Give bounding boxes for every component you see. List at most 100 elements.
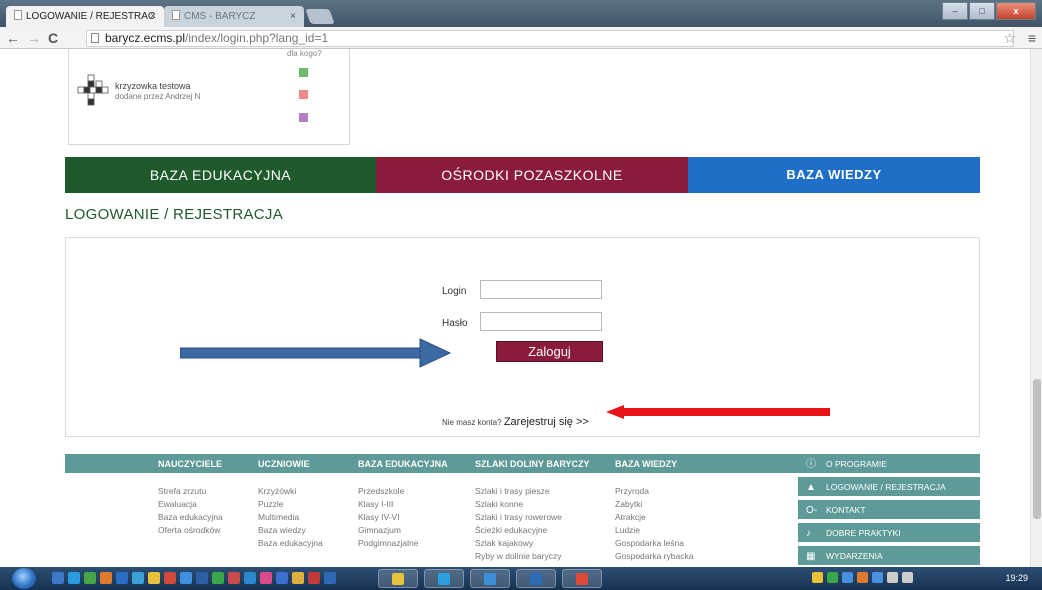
footer-link[interactable]: Zabytki <box>615 499 642 509</box>
footer-link[interactable]: Gospodarka leśna <box>615 538 684 548</box>
taskbar-pinned-app-icon[interactable] <box>116 572 128 584</box>
tray-icon[interactable] <box>812 572 823 583</box>
tray-icon[interactable] <box>827 572 838 583</box>
tray-icon[interactable] <box>857 572 868 583</box>
footer-link[interactable]: Ludzie <box>615 525 640 535</box>
reload-icon[interactable]: C <box>48 29 58 47</box>
footer-link[interactable]: Gospodarka rybacka <box>615 551 693 561</box>
taskbar-running-app[interactable] <box>470 569 510 588</box>
scrollbar-thumb[interactable] <box>1033 379 1041 519</box>
footer-link[interactable]: Podgimnazjalne <box>358 538 418 548</box>
footer-link[interactable]: Przedszkole <box>358 486 404 496</box>
login-input[interactable] <box>480 280 602 299</box>
app-icon <box>576 573 588 585</box>
footer-link[interactable]: Szlaki i trasy rowerowe <box>475 512 562 522</box>
taskbar-pinned-app-icon[interactable] <box>228 572 240 584</box>
tab-cms[interactable]: CMS - BARYCZ × <box>164 6 304 27</box>
footer-col-header[interactable]: NAUCZYCIELE <box>158 459 222 469</box>
register-link[interactable]: Zarejestruj się >> <box>504 416 589 428</box>
category-baza-wiedzy[interactable]: BAZA WIEDZY <box>688 157 980 193</box>
footer-link[interactable]: Klasy I-III <box>358 499 393 509</box>
login-button[interactable]: Zaloguj <box>496 341 603 362</box>
footer-link[interactable]: Ścieżki edukacyjne <box>475 525 547 535</box>
side-menu-label: DOBRE PRAKTYKI <box>826 528 901 538</box>
taskbar-pinned-app-icon[interactable] <box>244 572 256 584</box>
side-menu-kontakt[interactable]: O- KONTAKT <box>798 500 980 521</box>
category-osrodki-pozaszkolne[interactable]: Ośrodki pozaszkolne <box>376 157 688 193</box>
footer-link[interactable]: Szlaki konne <box>475 499 523 509</box>
thumbs-up-icon: ▲ <box>806 482 816 493</box>
tray-icon[interactable] <box>842 572 853 583</box>
footer-link[interactable]: Baza wiedzy <box>258 525 306 535</box>
taskbar-running-app[interactable] <box>378 569 418 588</box>
side-menu-wydarzenia[interactable]: ▦ WYDARZENIA <box>798 546 980 567</box>
audience-students-swatch <box>299 90 308 99</box>
footer-col-header[interactable]: SZLAKI DOLINY BARYCZY <box>475 459 590 469</box>
taskbar-pinned-app-icon[interactable] <box>164 572 176 584</box>
footer-col-header[interactable]: BAZA EDUKACYJNA <box>358 459 448 469</box>
taskbar-pinned-app-icon[interactable] <box>100 572 112 584</box>
footer-col-header[interactable]: BAZA WIEDZY <box>615 459 677 469</box>
app-icon <box>392 573 404 585</box>
taskbar-pinned-app-icon[interactable] <box>180 572 192 584</box>
forward-icon[interactable]: → <box>27 29 41 47</box>
footer-link[interactable]: Szlak kajakowy <box>475 538 533 548</box>
menu-icon[interactable]: ≡ <box>1028 30 1036 46</box>
new-tab-button[interactable] <box>305 9 335 24</box>
password-input[interactable] <box>480 312 602 331</box>
url-path: /index/login.php?lang_id=1 <box>185 31 329 45</box>
tray-icon[interactable] <box>872 572 883 583</box>
taskbar-running-app[interactable] <box>516 569 556 588</box>
footer-link[interactable]: Strefa zrzutu <box>158 486 206 496</box>
footer-link[interactable]: Przyroda <box>615 486 649 496</box>
footer-link[interactable]: Krzyżówki <box>258 486 296 496</box>
minimize-button[interactable]: – <box>942 2 968 20</box>
tab-close-icon[interactable]: × <box>290 6 296 27</box>
footer-col-header[interactable]: UCZNIOWIE <box>258 459 310 469</box>
taskbar-pinned-app-icon[interactable] <box>52 572 64 584</box>
taskbar-pinned-app-icon[interactable] <box>132 572 144 584</box>
side-menu-o-programie[interactable]: ⓘ O PROGRAMIE <box>798 454 980 475</box>
footer-link[interactable]: Baza edukacyjna <box>158 512 223 522</box>
taskbar-pinned-app-icon[interactable] <box>196 572 208 584</box>
tray-icon[interactable] <box>887 572 898 583</box>
taskbar-pinned-app-icon[interactable] <box>292 572 304 584</box>
vertical-scrollbar[interactable] <box>1030 49 1042 567</box>
footer-link[interactable]: Puzzle <box>258 499 284 509</box>
tab-login[interactable]: LOGOWANIE / REJESTRAC × <box>6 6 164 27</box>
crossword-title[interactable]: krzyzowka testowa <box>115 81 191 91</box>
footer-link[interactable]: Ryby w dolinie baryczy <box>475 551 561 561</box>
bookmark-star-icon[interactable]: ☆ <box>1003 30 1016 47</box>
taskbar-pinned-app-icon[interactable] <box>148 572 160 584</box>
category-baza-edukacyjna[interactable]: Baza edukacyjna <box>65 157 376 193</box>
taskbar-pinned-app-icon[interactable] <box>68 572 80 584</box>
footer-link[interactable]: Atrakcje <box>615 512 646 522</box>
taskbar-pinned-app-icon[interactable] <box>276 572 288 584</box>
side-menu-logowanie[interactable]: ▲ LOGOWANIE / REJESTRACJA <box>798 477 980 498</box>
taskbar-pinned-app-icon[interactable] <box>308 572 320 584</box>
back-icon[interactable]: ← <box>6 29 20 47</box>
taskbar-running-app[interactable] <box>424 569 464 588</box>
footer-link[interactable]: Ewaluacja <box>158 499 197 509</box>
taskbar-pinned-app-icon[interactable] <box>212 572 224 584</box>
side-menu-dobre-praktyki[interactable]: ♪ DOBRE PRAKTYKI <box>798 523 980 544</box>
tab-close-icon[interactable]: × <box>150 6 156 27</box>
taskbar-pinned-app-icon[interactable] <box>324 572 336 584</box>
footer-link[interactable]: Multimedia <box>258 512 299 522</box>
taskbar-pinned-app-icon[interactable] <box>84 572 96 584</box>
page-icon <box>172 10 180 20</box>
footer-link[interactable]: Oferta ośrodków <box>158 525 220 535</box>
tray-icon[interactable] <box>902 572 913 583</box>
taskbar-pinned-app-icon[interactable] <box>260 572 272 584</box>
footer-link[interactable]: Baza edukacyjna <box>258 538 323 548</box>
footer-link[interactable]: Gimnazjum <box>358 525 401 535</box>
footer-link[interactable]: Klasy IV-VI <box>358 512 400 522</box>
taskbar-running-app[interactable] <box>562 569 602 588</box>
url-input[interactable]: barycz.ecms.pl/index/login.php?lang_id=1 <box>86 30 1014 47</box>
footer-link[interactable]: Szlaki i trasy piesze <box>475 486 550 496</box>
maximize-button[interactable]: □ <box>969 2 995 20</box>
crossword-byline: dodane przez Andrzej N <box>115 92 201 101</box>
close-window-button[interactable]: x <box>996 2 1036 20</box>
page-title: LOGOWANIE / REJESTRACJA <box>65 206 284 223</box>
start-button[interactable] <box>12 568 36 589</box>
